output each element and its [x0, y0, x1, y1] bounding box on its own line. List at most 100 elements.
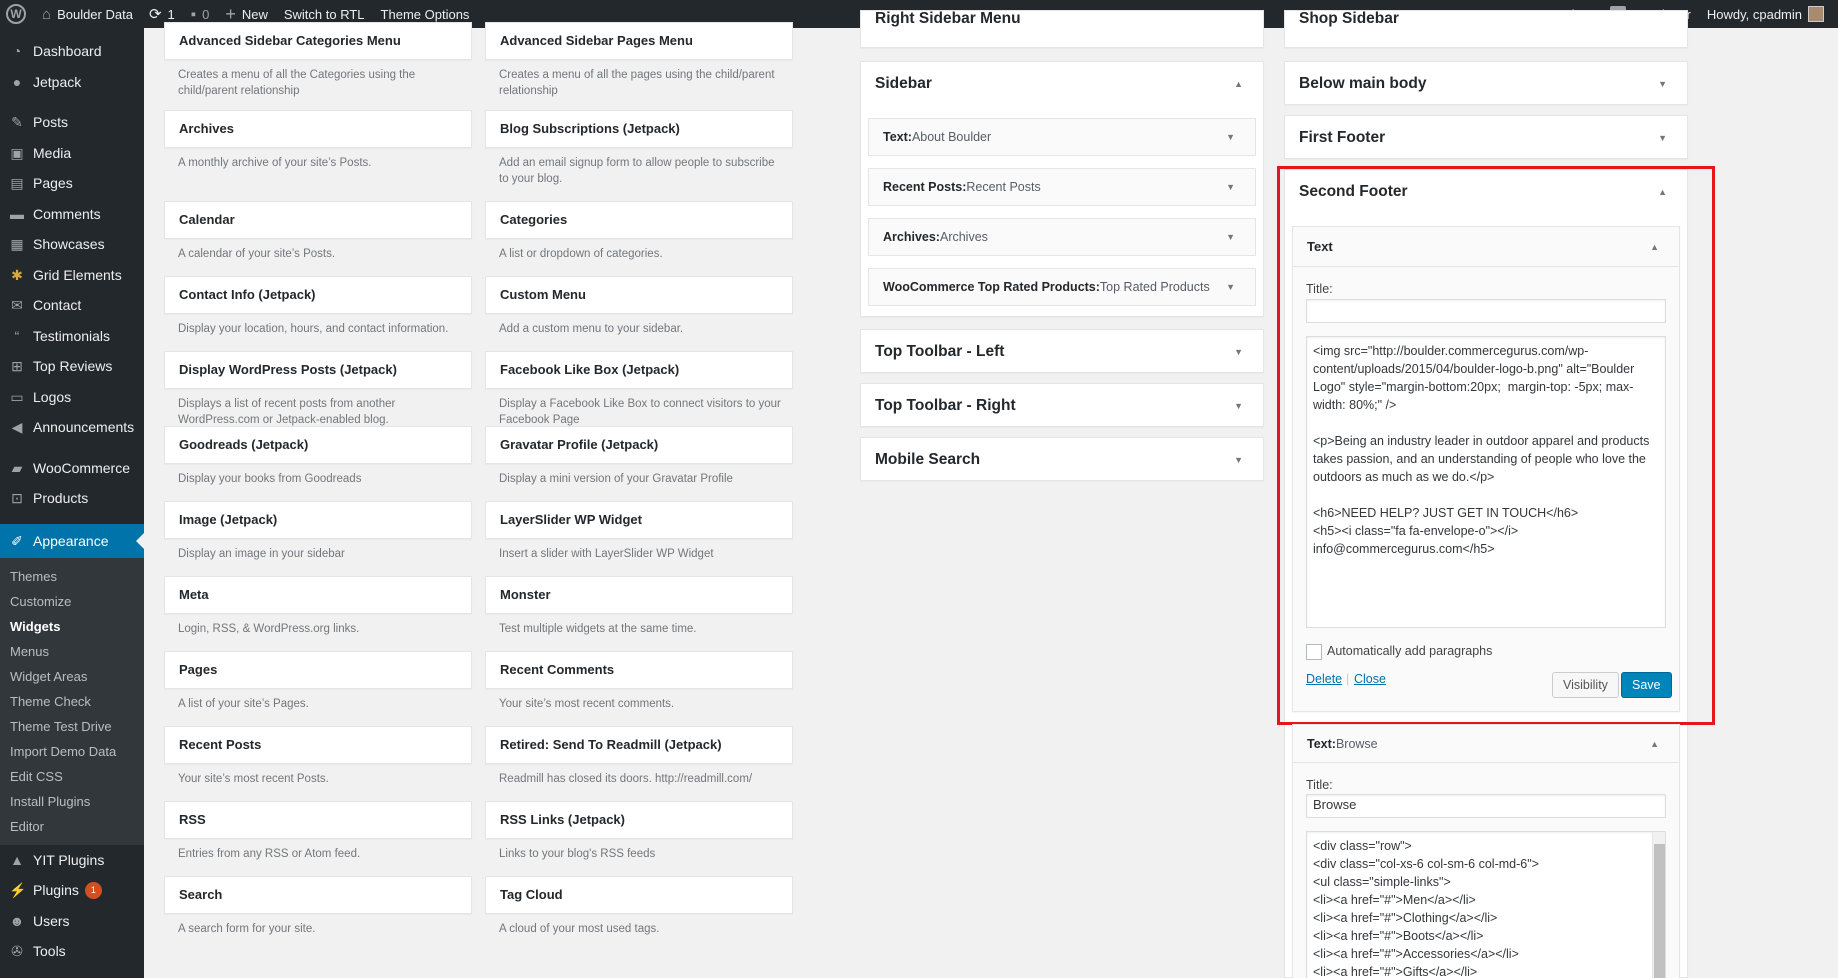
submenu-theme-check[interactable]: Theme Check — [0, 689, 144, 714]
menu-products[interactable]: ⊡ Products — [0, 483, 144, 514]
menu-pages[interactable]: ▤ Pages — [0, 168, 144, 199]
sidebar-area-right-sidebar-menu[interactable]: Right Sidebar Menu — [860, 10, 1264, 48]
menu-label: Logos — [33, 388, 72, 405]
submenu-menus[interactable]: Menus — [0, 639, 144, 664]
sidebar-area-title: Shop Sidebar — [1299, 10, 1399, 27]
submenu-themes[interactable]: Themes — [0, 564, 144, 589]
available-widget[interactable]: Facebook Like Box (Jetpack) — [485, 351, 793, 389]
submenu-install-plugins[interactable]: Install Plugins — [0, 789, 144, 814]
menu-logos[interactable]: ▭ Logos — [0, 382, 144, 413]
sidebar-area-mobile-search[interactable]: Mobile Search ▼ — [860, 437, 1264, 481]
available-widget[interactable]: Tag Cloud — [485, 876, 793, 914]
sidebar-area-header[interactable]: Sidebar ▲ — [861, 62, 1263, 106]
sidebar-area-top-toolbar-right[interactable]: Top Toolbar - Right ▼ — [860, 383, 1264, 427]
available-widget[interactable]: Advanced Sidebar Pages Menu — [485, 22, 793, 60]
menu-contact[interactable]: ✉ Contact — [0, 290, 144, 321]
menu-showcases[interactable]: ▦ Showcases — [0, 229, 144, 260]
menu-testimonials[interactable]: “ Testimonials — [0, 321, 144, 352]
available-widget-description: A monthly archive of your site’s Posts. — [178, 157, 372, 169]
expand-arrow-icon[interactable]: ▼ — [1226, 182, 1235, 192]
submenu-theme-test-drive[interactable]: Theme Test Drive — [0, 714, 144, 739]
appearance-submenu: Themes Customize Widgets Menus Widget Ar… — [0, 557, 144, 845]
widget-woocommerce-top-rated[interactable]: WooCommerce Top Rated Products: Top Rate… — [868, 268, 1256, 306]
menu-dashboard[interactable]: ◔ Dashboard — [0, 36, 144, 67]
submenu-widgets[interactable]: Widgets — [0, 614, 144, 639]
available-widget[interactable]: Blog Subscriptions (Jetpack) — [485, 110, 793, 148]
quote-icon: “ — [14, 327, 20, 344]
available-widget[interactable]: Advanced Sidebar Categories Menu — [164, 22, 472, 60]
available-widget[interactable]: Calendar — [164, 201, 472, 239]
site-name: Boulder Data — [57, 6, 133, 22]
available-widget[interactable]: Search — [164, 876, 472, 914]
textarea-scrollbar[interactable] — [1652, 832, 1665, 978]
submenu-customize[interactable]: Customize — [0, 589, 144, 614]
submenu-import-demo-data[interactable]: Import Demo Data — [0, 739, 144, 764]
browse-content-textarea[interactable]: <div class="row"> <div class="col-xs-6 c… — [1306, 831, 1666, 978]
widget-recent-posts[interactable]: Recent Posts: Recent Posts ▼ — [868, 168, 1256, 206]
menu-media[interactable]: ▣ Media — [0, 138, 144, 169]
available-widget[interactable]: Recent Comments — [485, 651, 793, 689]
expand-arrow-icon[interactable]: ▼ — [1658, 133, 1667, 143]
available-widget[interactable]: RSS — [164, 801, 472, 839]
available-widget[interactable]: Display WordPress Posts (Jetpack) — [164, 351, 472, 389]
yit-icon: ▲ — [10, 851, 24, 868]
menu-woocommerce[interactable]: ▰ WooCommerce — [0, 453, 144, 484]
browse-widget-header[interactable]: Text: Browse ▲ — [1293, 725, 1679, 763]
available-widget[interactable]: Contact Info (Jetpack) — [164, 276, 472, 314]
available-widget[interactable]: Meta — [164, 576, 472, 614]
menu-announcements[interactable]: ◀ Announcements — [0, 412, 144, 443]
available-widget[interactable]: Monster — [485, 576, 793, 614]
collapse-arrow-icon[interactable]: ▲ — [1234, 79, 1243, 89]
available-widget[interactable]: Archives — [164, 110, 472, 148]
menu-label: Grid Elements — [33, 266, 122, 283]
jetpack-icon: ● — [12, 73, 22, 90]
browse-title-input[interactable]: Browse — [1306, 794, 1666, 818]
menu-label: Media — [33, 144, 72, 161]
available-widget[interactable]: Gravatar Profile (Jetpack) — [485, 426, 793, 464]
sidebar-area-below-main-body[interactable]: Below main body ▼ — [1284, 61, 1688, 105]
menu-top-reviews[interactable]: ⊞ Top Reviews — [0, 351, 144, 382]
submenu-edit-css[interactable]: Edit CSS — [0, 764, 144, 789]
expand-arrow-icon[interactable]: ▼ — [1658, 79, 1667, 89]
menu-comments[interactable]: ▬ Comments — [0, 199, 144, 230]
expand-arrow-icon[interactable]: ▼ — [1234, 401, 1243, 411]
available-widget[interactable]: RSS Links (Jetpack) — [485, 801, 793, 839]
available-widget[interactable]: Custom Menu — [485, 276, 793, 314]
site-name-link[interactable]: ⌂ Boulder Data — [34, 0, 141, 28]
menu-posts[interactable]: ✎ Posts — [0, 107, 144, 138]
widget-text-about-boulder[interactable]: Text: About Boulder ▼ — [868, 118, 1256, 156]
expand-arrow-icon[interactable]: ▼ — [1234, 347, 1243, 357]
available-widget-description: A list of your site’s Pages. — [178, 698, 309, 710]
menu-yit-plugins[interactable]: ▲ YIT Plugins — [0, 845, 144, 876]
available-widget[interactable]: Goodreads (Jetpack) — [164, 426, 472, 464]
avatar — [1808, 6, 1824, 22]
menu-appearance[interactable]: ✐ Appearance — [0, 523, 144, 558]
scroll-thumb[interactable] — [1654, 844, 1665, 978]
my-account-link[interactable]: Howdy, cpadmin — [1699, 0, 1838, 28]
collapse-arrow-icon[interactable]: ▲ — [1650, 739, 1659, 749]
submenu-editor[interactable]: Editor — [0, 814, 144, 839]
available-widget[interactable]: Retired: Send To Readmill (Jetpack) — [485, 726, 793, 764]
expand-arrow-icon[interactable]: ▼ — [1234, 455, 1243, 465]
available-widget[interactable]: Recent Posts — [164, 726, 472, 764]
wordpress-logo-menu[interactable]: W — [0, 0, 34, 28]
expand-arrow-icon[interactable]: ▼ — [1226, 282, 1235, 292]
expand-arrow-icon[interactable]: ▼ — [1226, 132, 1235, 142]
available-widget[interactable]: Categories — [485, 201, 793, 239]
available-widget[interactable]: LayerSlider WP Widget — [485, 501, 793, 539]
menu-grid-elements[interactable]: ✱ Grid Elements — [0, 260, 144, 291]
menu-jetpack[interactable]: ● Jetpack — [0, 67, 144, 98]
widget-archives[interactable]: Archives: Archives ▼ — [868, 218, 1256, 256]
sidebar-area-shop-sidebar[interactable]: Shop Sidebar — [1284, 10, 1688, 48]
sidebar-area-top-toolbar-left[interactable]: Top Toolbar - Left ▼ — [860, 329, 1264, 373]
available-widget[interactable]: Image (Jetpack) — [164, 501, 472, 539]
submenu-widget-areas[interactable]: Widget Areas — [0, 664, 144, 689]
users-icon: ☻ — [9, 912, 25, 929]
available-widget[interactable]: Pages — [164, 651, 472, 689]
menu-users[interactable]: ☻ Users — [0, 906, 144, 937]
expand-arrow-icon[interactable]: ▼ — [1226, 232, 1235, 242]
sidebar-area-first-footer[interactable]: First Footer ▼ — [1284, 115, 1688, 159]
menu-plugins[interactable]: ⚡ Plugins 1 — [0, 875, 144, 906]
menu-tools[interactable]: ✇ Tools — [0, 936, 144, 967]
menu-label: Top Reviews — [33, 358, 113, 375]
